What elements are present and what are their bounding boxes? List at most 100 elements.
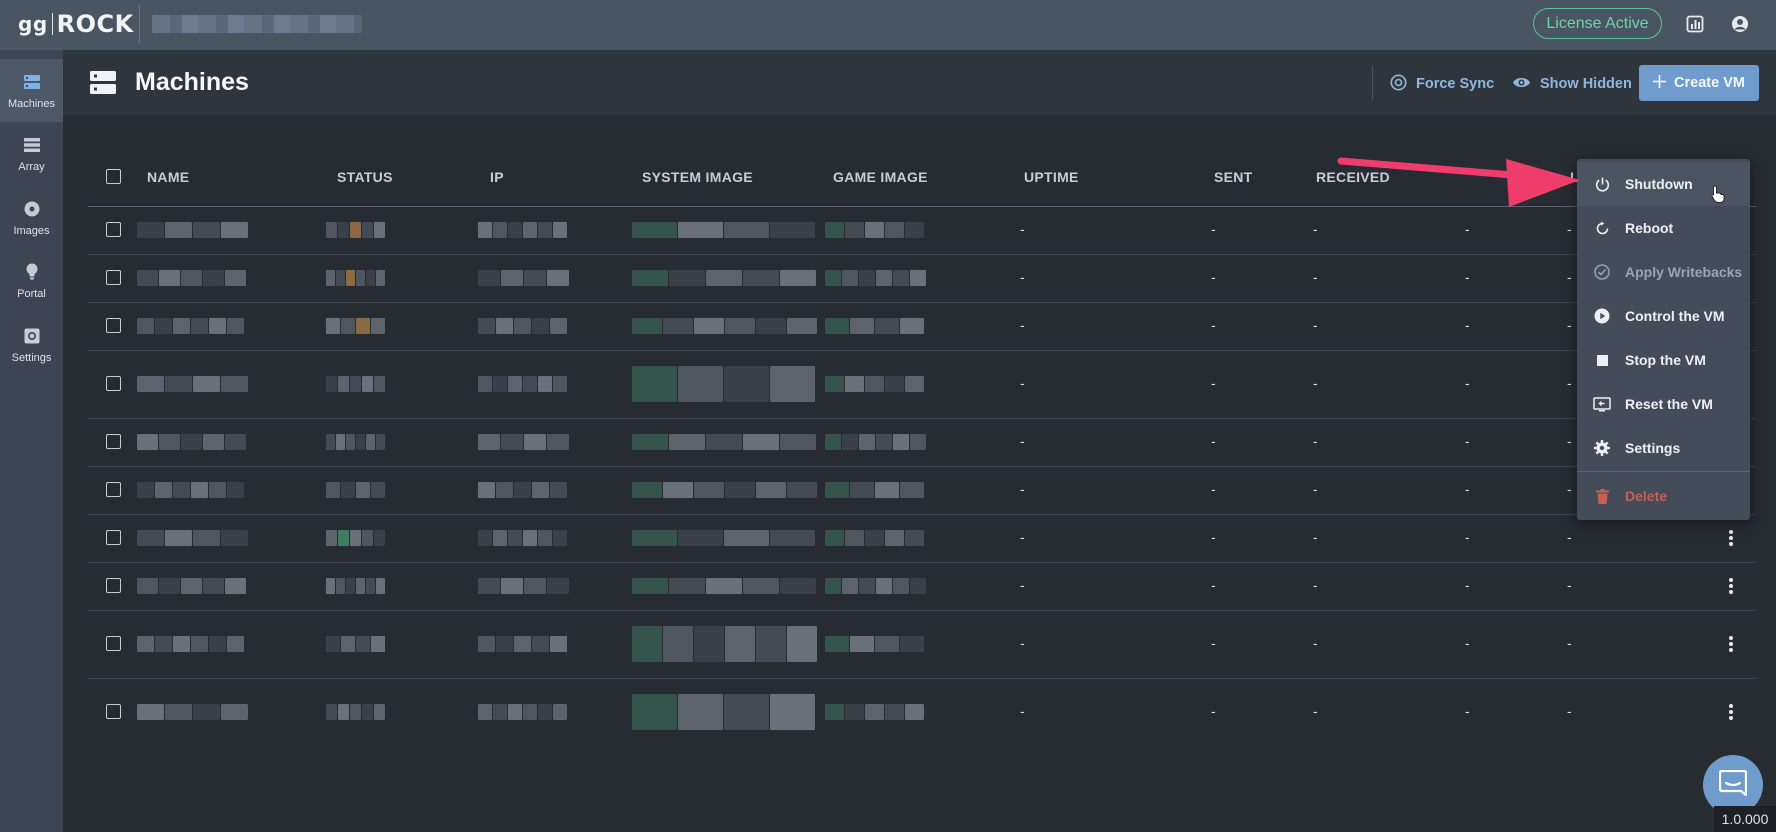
row-checkbox[interactable] — [106, 318, 121, 333]
redacted-cell-block — [366, 434, 375, 450]
create-vm-button[interactable]: Create VM — [1639, 65, 1759, 101]
redacted-cell-block — [905, 222, 924, 238]
redacted-cell-block — [885, 704, 904, 720]
menu-item-control-vm[interactable]: Control the VM — [1577, 294, 1750, 338]
row-actions-kebab-icon[interactable] — [1721, 575, 1741, 597]
redacted-cell-block — [859, 434, 875, 450]
column-header-status[interactable]: STATUS — [337, 169, 393, 185]
redacted-cell-block — [756, 482, 786, 498]
redacted-cell-block — [825, 578, 841, 594]
redacted-cell-block — [221, 376, 248, 392]
sidebar-item-machines[interactable]: Machines — [0, 59, 63, 122]
redacted-cell-block — [850, 482, 874, 498]
row-checkbox[interactable] — [106, 434, 121, 449]
menu-item-stop-vm[interactable]: Stop the VM — [1577, 338, 1750, 382]
redacted-cell-block — [547, 434, 569, 450]
table-cell-col10: - — [1567, 481, 1572, 497]
menu-item-reboot[interactable]: Reboot — [1577, 206, 1750, 250]
row-checkbox[interactable] — [106, 270, 121, 285]
user-account-icon[interactable] — [1729, 13, 1751, 35]
row-actions-kebab-icon[interactable] — [1721, 527, 1741, 549]
table-cell-col9: - — [1465, 481, 1470, 497]
stats-icon[interactable] — [1684, 13, 1706, 35]
license-badge[interactable]: License Active — [1533, 8, 1662, 39]
menu-item-reset-vm[interactable]: Reset the VM — [1577, 382, 1750, 426]
redacted-cell-block — [756, 318, 786, 334]
menu-item-settings[interactable]: Settings — [1577, 426, 1750, 470]
row-checkbox[interactable] — [106, 578, 121, 593]
column-header-ip[interactable]: IP — [490, 169, 504, 185]
redacted-cell-block — [493, 530, 507, 546]
table-cell-sent: - — [1211, 375, 1216, 391]
table-cell-sent: - — [1211, 433, 1216, 449]
redacted-cell-block — [193, 376, 220, 392]
table-cell-sent: - — [1211, 221, 1216, 237]
redacted-cell-block — [524, 434, 546, 450]
redacted-cell-block — [632, 578, 668, 594]
sidebar-item-array[interactable]: Array — [0, 122, 63, 185]
column-header-name[interactable]: NAME — [147, 169, 189, 185]
row-actions-kebab-icon[interactable] — [1721, 701, 1741, 723]
redacted-cell-block — [780, 270, 816, 286]
redacted-cell-block — [532, 636, 549, 652]
redacted-cell-block — [155, 482, 172, 498]
redacted-cell-block — [900, 636, 924, 652]
menu-item-label: Apply Writebacks — [1625, 264, 1743, 280]
redacted-cell-block — [508, 222, 522, 238]
row-checkbox[interactable] — [106, 482, 121, 497]
sidebar-item-settings[interactable]: Settings — [0, 313, 63, 376]
redacted-cell-block — [356, 270, 365, 286]
redacted-cell-block — [910, 434, 926, 450]
redacted-cell-block — [362, 704, 373, 720]
select-all-checkbox[interactable] — [106, 169, 121, 184]
redacted-cell-block — [523, 704, 537, 720]
sidebar-item-images[interactable]: Images — [0, 186, 63, 249]
menu-item-apply-writebacks[interactable]: Apply Writebacks — [1577, 250, 1750, 294]
table-cell-col9: - — [1465, 375, 1470, 391]
redacted-cell-block — [501, 270, 523, 286]
app-logo[interactable]: gg ROCK — [18, 10, 134, 38]
sidebar-item-label: Portal — [17, 287, 46, 300]
redacted-cell-block — [694, 626, 724, 662]
redacted-cell-block — [137, 530, 164, 546]
redacted-cell-block — [326, 636, 340, 652]
row-checkbox[interactable] — [106, 636, 121, 651]
redacted-cell-block — [508, 376, 522, 392]
chat-icon — [1718, 769, 1748, 801]
table-cell-sent: - — [1211, 317, 1216, 333]
menu-item-delete[interactable]: Delete — [1577, 474, 1750, 518]
redacted-cell-block — [376, 270, 385, 286]
table-cell-sent: - — [1211, 269, 1216, 285]
redacted-cell-block — [538, 704, 552, 720]
row-divider — [88, 466, 1756, 467]
column-header-game-image[interactable]: GAME IMAGE — [833, 169, 928, 185]
table-cell-col10: - — [1567, 577, 1572, 593]
table-cell-uptime: - — [1020, 221, 1025, 237]
row-actions-kebab-icon[interactable] — [1721, 633, 1741, 655]
redacted-cell-block — [374, 530, 385, 546]
redacted-cell-block — [842, 578, 858, 594]
redacted-cell-block — [524, 578, 546, 594]
row-checkbox[interactable] — [106, 222, 121, 237]
redacted-cell-block — [632, 270, 668, 286]
table-cell-received: - — [1313, 433, 1318, 449]
row-checkbox[interactable] — [106, 704, 121, 719]
redacted-cell-block — [366, 270, 375, 286]
table-cell-col9: - — [1465, 635, 1470, 651]
redacted-cell-block — [523, 222, 537, 238]
row-checkbox[interactable] — [106, 376, 121, 391]
redacted-cell-block — [842, 434, 858, 450]
redacted-cell-block — [356, 636, 370, 652]
redacted-cell-block — [694, 318, 724, 334]
show-hidden-button[interactable]: Show Hidden — [1512, 72, 1632, 96]
redacted-cell-block — [376, 434, 385, 450]
force-sync-button[interactable]: Force Sync — [1390, 72, 1494, 96]
sidebar-item-portal[interactable]: Portal — [0, 249, 63, 312]
redacted-cell-block — [724, 694, 769, 730]
column-header-sent[interactable]: SENT — [1214, 169, 1253, 185]
redacted-cell-block — [374, 704, 385, 720]
column-header-system-image[interactable]: SYSTEM IMAGE — [642, 169, 753, 185]
redacted-cell-block — [865, 704, 884, 720]
column-header-uptime[interactable]: UPTIME — [1024, 169, 1079, 185]
row-checkbox[interactable] — [106, 530, 121, 545]
